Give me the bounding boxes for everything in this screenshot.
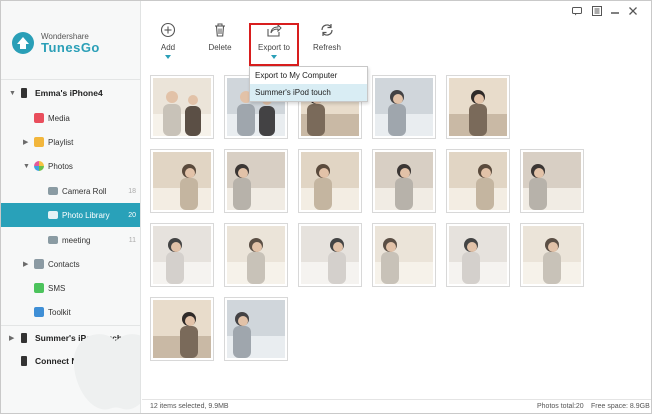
device-emmas-iphone[interactable]: ▼ Emma's iPhone4 bbox=[1, 81, 140, 105]
photo-thumbnail[interactable] bbox=[298, 223, 362, 287]
sidebar-item-photo-library[interactable]: Photo Library 20 bbox=[1, 203, 140, 227]
app-name: TunesGo bbox=[41, 39, 100, 55]
sidebar-item-media[interactable]: Media bbox=[1, 106, 140, 130]
photo-thumbnail[interactable] bbox=[446, 75, 510, 139]
refresh-button[interactable]: Refresh bbox=[305, 22, 349, 52]
free-space: Free space: 8.9GB bbox=[591, 403, 650, 410]
status-bar: 12 items selected, 9.9MB Photos total:20… bbox=[142, 399, 651, 413]
expand-caret-icon[interactable]: ▶ bbox=[9, 334, 14, 342]
sidebar: Wondershare TunesGo ▼ Emma's iPhone4 Med… bbox=[1, 1, 141, 413]
sidebar-item-label: SMS bbox=[48, 283, 66, 293]
delete-label: Delete bbox=[208, 43, 232, 52]
toolkit-icon bbox=[34, 307, 44, 317]
sidebar-item-label: Media bbox=[48, 113, 70, 123]
export-dropdown-menu: Export to My Computer Summer's iPod touc… bbox=[249, 66, 368, 102]
sidebar-item-label: Camera Roll bbox=[62, 186, 107, 196]
sidebar-item-label: Playlist bbox=[48, 137, 74, 147]
media-icon bbox=[34, 113, 44, 123]
photos-total: Photos total:20 bbox=[537, 403, 584, 410]
sms-icon bbox=[34, 283, 44, 293]
menu-item-export-to-computer[interactable]: Export to My Computer bbox=[250, 67, 367, 84]
sidebar-item-label: Photos bbox=[48, 161, 73, 171]
photos-icon bbox=[34, 161, 44, 171]
refresh-icon bbox=[321, 24, 333, 36]
ipod-icon bbox=[21, 333, 27, 343]
photo-thumbnail[interactable] bbox=[372, 75, 436, 139]
photo-thumbnail[interactable] bbox=[520, 223, 584, 287]
playlist-icon bbox=[34, 137, 44, 147]
menu-item-export-to-ipod[interactable]: Summer's iPod touch bbox=[250, 84, 367, 101]
sidebar-item-playlist[interactable]: ▶ Playlist bbox=[1, 130, 140, 154]
add-icon bbox=[160, 22, 176, 38]
album-icon bbox=[48, 211, 58, 219]
photo-thumbnail[interactable] bbox=[224, 297, 288, 361]
photo-thumbnail[interactable] bbox=[446, 223, 510, 287]
expand-caret-icon[interactable]: ▶ bbox=[23, 260, 28, 268]
album-icon bbox=[48, 187, 58, 195]
export-highlight-box bbox=[249, 23, 299, 66]
add-button[interactable]: Add bbox=[146, 22, 190, 59]
photo-thumbnail[interactable] bbox=[520, 149, 584, 213]
photo-thumbnail[interactable] bbox=[372, 223, 436, 287]
sidebar-item-sms[interactable]: SMS bbox=[1, 276, 140, 300]
iphone-icon bbox=[21, 88, 27, 98]
photo-thumbnail[interactable] bbox=[224, 223, 288, 287]
photo-thumbnail[interactable] bbox=[150, 223, 214, 287]
photo-thumbnail[interactable] bbox=[298, 149, 362, 213]
device-label: Emma's iPhone4 bbox=[35, 88, 103, 98]
sidebar-item-label: Photo Library bbox=[62, 210, 110, 220]
sidebar-item-contacts[interactable]: ▶ Contacts bbox=[1, 252, 140, 276]
sidebar-item-camera-roll[interactable]: Camera Roll 18 bbox=[1, 179, 140, 203]
trash-icon bbox=[215, 23, 225, 37]
delete-button[interactable]: Delete bbox=[198, 22, 242, 52]
selection-status: 12 items selected, 9.9MB bbox=[150, 403, 229, 410]
expand-caret-icon[interactable]: ▼ bbox=[9, 90, 16, 97]
app-logo: Wondershare TunesGo bbox=[11, 31, 100, 55]
feedback-icon[interactable] bbox=[571, 5, 583, 17]
expand-caret-icon[interactable]: ▶ bbox=[23, 138, 28, 146]
close-icon[interactable] bbox=[627, 5, 639, 17]
collapse-caret-icon[interactable]: ▼ bbox=[23, 163, 30, 170]
item-count: 18 bbox=[128, 187, 136, 195]
tunesgo-logo-icon bbox=[11, 31, 35, 55]
item-count: 20 bbox=[128, 211, 136, 219]
sidebar-item-label: Toolkit bbox=[48, 307, 71, 317]
device-icon bbox=[21, 356, 27, 366]
sidebar-item-meeting[interactable]: meeting 11 bbox=[1, 228, 140, 252]
dropdown-arrow-icon[interactable] bbox=[165, 55, 171, 59]
sidebar-item-label: meeting bbox=[62, 235, 91, 245]
sidebar-item-photos[interactable]: ▼ Photos bbox=[1, 154, 140, 178]
album-icon bbox=[48, 236, 58, 244]
menu-icon[interactable] bbox=[591, 5, 603, 17]
apple-watermark-icon bbox=[73, 334, 140, 410]
photo-thumbnail[interactable] bbox=[150, 149, 214, 213]
photo-thumbnail[interactable] bbox=[150, 297, 214, 361]
minimize-icon[interactable] bbox=[609, 5, 621, 17]
add-label: Add bbox=[160, 43, 176, 52]
sidebar-item-label: Contacts bbox=[48, 259, 80, 269]
refresh-label: Refresh bbox=[312, 43, 341, 52]
contacts-icon bbox=[34, 259, 44, 269]
item-count: 11 bbox=[128, 236, 136, 244]
photo-thumbnail[interactable] bbox=[372, 149, 436, 213]
photo-thumbnail[interactable] bbox=[224, 149, 288, 213]
photo-thumbnail[interactable] bbox=[446, 149, 510, 213]
photo-thumbnail[interactable] bbox=[150, 75, 214, 139]
